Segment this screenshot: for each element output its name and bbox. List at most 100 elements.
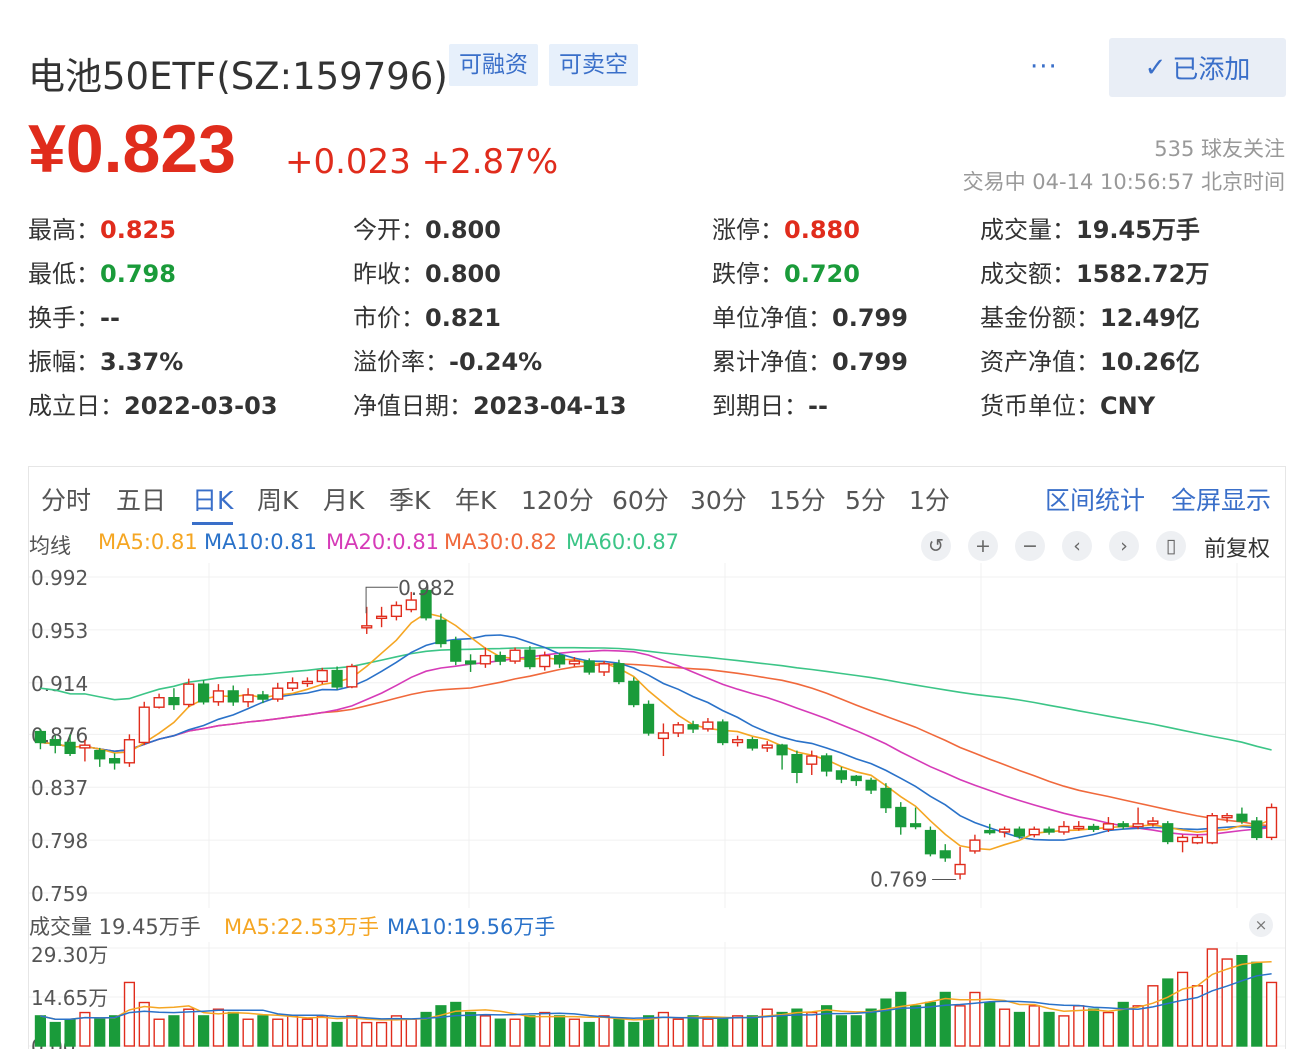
stat-label: 净值日期：	[353, 392, 473, 420]
volume-bar	[806, 1011, 818, 1047]
volume-legend-title: 成交量 19.45万手	[29, 915, 201, 939]
stat-item: 最低：0.798	[28, 254, 176, 289]
candle-body	[553, 654, 566, 665]
candle-icon[interactable]: ▯	[1156, 531, 1186, 561]
candle	[1073, 821, 1085, 831]
tab-period[interactable]: 60分	[612, 481, 669, 517]
tab-period[interactable]: 五日	[116, 481, 166, 517]
candle	[1162, 821, 1174, 845]
candle-body	[108, 758, 121, 764]
candle-body	[197, 683, 210, 703]
stat-label: 今开：	[353, 216, 425, 244]
volume-bar	[301, 1018, 314, 1047]
volume-chart[interactable]: 29.30万14.65万0.00	[29, 942, 1285, 1049]
candle	[138, 701, 150, 746]
stat-value: 1582.72万	[1076, 260, 1210, 288]
candle	[1132, 807, 1144, 830]
stat-item: 净值日期：2023-04-13	[353, 386, 627, 421]
candle-body	[1251, 820, 1263, 839]
volume-bar	[746, 1015, 759, 1047]
stat-value: 0.800	[425, 260, 501, 288]
candle-body	[835, 770, 848, 780]
candle-body	[509, 649, 521, 662]
stat-item: 昨收：0.800	[353, 254, 501, 289]
candle-body	[1117, 823, 1129, 828]
volume-bar	[1013, 1011, 1026, 1047]
candle	[450, 636, 462, 666]
tab-period[interactable]: 月K	[323, 481, 364, 517]
stat-label: 成交量：	[980, 216, 1076, 244]
zoom-in-icon[interactable]: +	[968, 531, 998, 561]
candle-body	[880, 787, 892, 809]
tab-period[interactable]: 周K	[257, 481, 298, 517]
added-watchlist-button[interactable]: ✓ 已添加	[1109, 38, 1286, 97]
candle-body	[34, 730, 47, 744]
chevron-right-icon[interactable]: ›	[1109, 531, 1139, 561]
range-stats-link[interactable]: 区间统计	[1045, 481, 1145, 517]
ma-legend-item: MA10:0.81	[204, 530, 318, 554]
stat-label: 基金份额：	[980, 304, 1100, 332]
ma5-line	[40, 612, 1272, 851]
volume-bar	[1073, 1005, 1085, 1047]
stat-value: 10.26亿	[1100, 348, 1200, 376]
adjust-mode-select[interactable]: 前复权	[1204, 531, 1270, 563]
candle	[1236, 807, 1248, 824]
tab-period[interactable]: 120分	[521, 481, 594, 517]
chevron-left-icon[interactable]: ‹	[1062, 531, 1092, 561]
volume-bar	[316, 1015, 328, 1047]
candlestick-chart[interactable]: 0.9920.9530.9140.8760.8370.7980.7590.982…	[29, 563, 1285, 913]
stat-value: 3.37%	[100, 348, 184, 376]
volume-bar	[1043, 1011, 1055, 1047]
tab-period[interactable]: 年K	[455, 481, 496, 517]
candle-body	[865, 779, 877, 791]
volume-bar	[272, 1018, 284, 1047]
volume-bar	[64, 1018, 76, 1047]
close-volume-icon[interactable]: ×	[1249, 913, 1273, 937]
candle	[1102, 817, 1115, 832]
price-tick-label: 0.992	[31, 566, 88, 590]
candle	[301, 677, 314, 687]
candle-body	[998, 828, 1011, 833]
price-tick-label: 0.914	[31, 672, 88, 696]
candle-body	[1221, 814, 1233, 819]
stock-header: 电池50ETF(SZ:159796) 可融资 可卖空 ··· ✓ 已添加	[28, 38, 1286, 100]
tab-period[interactable]: 15分	[769, 481, 826, 517]
stat-item: 成立日：2022-03-03	[28, 386, 278, 421]
candle-body	[153, 697, 165, 708]
candle	[524, 646, 536, 670]
candle	[375, 606, 388, 628]
tab-period[interactable]: 日K	[192, 481, 234, 525]
tag-margin-financing[interactable]: 可融资	[449, 44, 538, 86]
candle	[108, 753, 121, 770]
candle-body	[1206, 814, 1218, 844]
volume-bar	[717, 1018, 729, 1047]
stat-value: 0.821	[425, 304, 501, 332]
more-menu-button[interactable]: ···	[1030, 52, 1058, 82]
tag-short-selling[interactable]: 可卖空	[549, 44, 638, 86]
stat-item: 市价：0.821	[353, 298, 501, 333]
volume-bar	[998, 1008, 1011, 1047]
ma-legend-item: MA30:0.82	[444, 530, 558, 554]
stat-value: 0.720	[784, 260, 860, 288]
stat-value: 0.880	[784, 216, 860, 244]
tab-period[interactable]: 季K	[389, 481, 430, 517]
candle	[583, 658, 595, 675]
candle-body	[301, 680, 314, 685]
tab-period[interactable]: 5分	[845, 481, 886, 517]
volume-bar	[153, 1018, 165, 1047]
stat-value: 19.45万手	[1076, 216, 1200, 244]
zoom-out-icon[interactable]: −	[1015, 531, 1045, 561]
fullscreen-link[interactable]: 全屏显示	[1171, 481, 1271, 517]
candle	[1191, 834, 1204, 845]
min-price-label: 0.769	[870, 867, 927, 891]
tab-period[interactable]: 30分	[690, 481, 747, 517]
undo-icon[interactable]: ↺	[921, 531, 951, 561]
price-tick-label: 0.953	[31, 619, 88, 643]
candle	[123, 734, 136, 767]
volume-tick-label: 29.30万	[31, 943, 108, 967]
volume-bar	[197, 1015, 210, 1047]
candle-body	[331, 669, 343, 688]
candle-body	[539, 654, 551, 668]
tab-period[interactable]: 1分	[909, 481, 950, 517]
tab-period[interactable]: 分时	[41, 481, 91, 517]
